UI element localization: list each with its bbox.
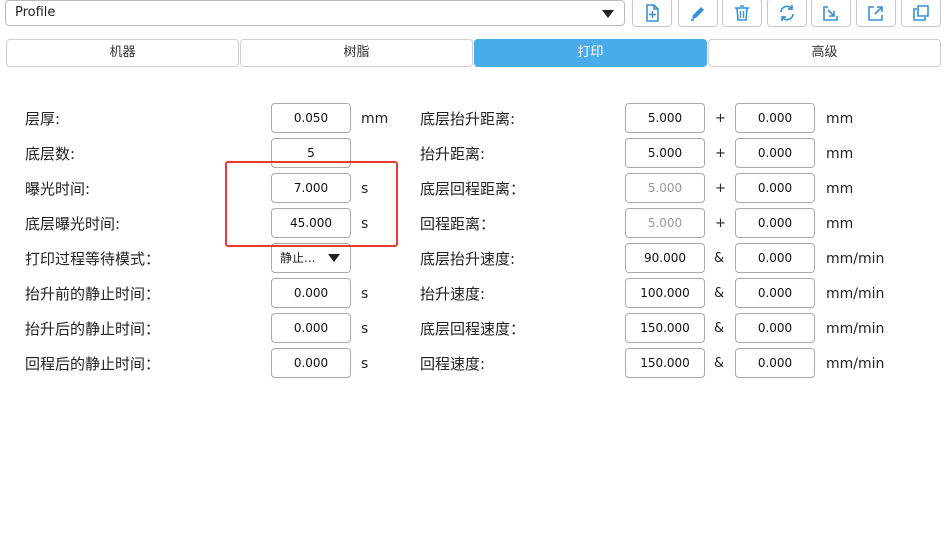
bottom-layers-input[interactable]: 5 (271, 138, 351, 168)
exposure-time-input[interactable]: 7.000 (271, 173, 351, 203)
bottom-retract-distance-operator: + (715, 181, 726, 196)
bottom-lift-distance-extra-input[interactable]: 0.000 (735, 103, 815, 133)
bottom-exposure-time-unit: s (361, 216, 369, 232)
bottom-lift-distance-operator: + (715, 111, 726, 126)
bottom-lift-speed-operator: & (714, 251, 725, 266)
rest-before-lift-label: 抬升前的静止时间： (25, 285, 161, 303)
lift-speed-label: 抬升速度: (420, 285, 486, 303)
bottom-lift-distance-input[interactable]: 5.000 (625, 103, 705, 133)
bottom-retract-distance-extra-input[interactable]: 0.000 (735, 173, 815, 203)
retract-distance-extra-input[interactable]: 0.000 (735, 208, 815, 238)
retract-distance-label: 回程距离： (420, 215, 496, 233)
bottom-retract-speed-extra-input[interactable]: 0.000 (735, 313, 815, 343)
bottom-retract-distance-input[interactable]: 5.000 (625, 173, 705, 203)
lift-distance-extra-input[interactable]: 0.000 (735, 138, 815, 168)
tab-advanced[interactable]: 高级 (708, 39, 941, 67)
layer-height-label: 层厚: (25, 110, 61, 128)
bottom-exposure-time-input[interactable]: 45.000 (271, 208, 351, 238)
edit-icon (691, 6, 704, 21)
bottom-layers-label: 底层数: (25, 145, 76, 163)
wait-mode-value: 静止... (280, 251, 316, 265)
retract-speed-unit: mm/min (826, 356, 885, 372)
bottom-retract-speed-label: 底层回程速度： (420, 320, 526, 338)
lift-speed-input[interactable]: 100.000 (625, 278, 705, 308)
bottom-retract-distance-unit: mm (826, 181, 854, 197)
lift-speed-extra-input[interactable]: 0.000 (735, 278, 815, 308)
bottom-lift-distance-label: 底层抬升距离: (420, 110, 516, 128)
bottom-lift-speed-extra-input[interactable]: 0.000 (735, 243, 815, 273)
retract-speed-operator: & (714, 356, 725, 371)
duplicate-profile-button[interactable] (901, 0, 941, 27)
bottom-retract-distance-label: 底层回程距离： (420, 180, 526, 198)
new-file-icon (646, 3, 659, 22)
rest-after-lift-label: 抬升后的静止时间： (25, 320, 161, 338)
bottom-retract-speed-operator: & (714, 321, 725, 336)
bottom-lift-distance-unit: mm (826, 111, 854, 127)
lift-distance-input[interactable]: 5.000 (625, 138, 705, 168)
retract-speed-label: 回程速度: (420, 355, 486, 373)
rest-after-retract-unit: s (361, 356, 369, 372)
lift-speed-operator: & (714, 286, 725, 301)
retract-speed-extra-input[interactable]: 0.000 (735, 348, 815, 378)
refresh-icon (780, 4, 794, 21)
export-icon (868, 5, 883, 21)
tab-machine[interactable]: 机器 (6, 39, 239, 67)
rest-after-lift-unit: s (361, 321, 369, 337)
exposure-time-unit: s (361, 181, 369, 197)
layer-height-unit: mm (361, 111, 389, 127)
bottom-exposure-time-label: 底层曝光时间: (25, 215, 121, 233)
rest-after-retract-input[interactable]: 0.000 (271, 348, 351, 378)
bottom-retract-speed-input[interactable]: 150.000 (625, 313, 705, 343)
bottom-lift-speed-unit: mm/min (826, 251, 885, 267)
export-profile-button[interactable] (856, 0, 896, 27)
retract-speed-input[interactable]: 150.000 (625, 348, 705, 378)
rest-after-lift-input[interactable]: 0.000 (271, 313, 351, 343)
chevron-down-icon (602, 10, 614, 18)
bottom-lift-speed-label: 底层抬升速度: (420, 250, 516, 268)
reload-profile-button[interactable] (767, 0, 807, 27)
wait-mode-label: 打印过程等待模式： (25, 250, 161, 268)
new-profile-button[interactable] (632, 0, 672, 27)
chevron-down-icon (328, 254, 340, 262)
retract-distance-input[interactable]: 5.000 (625, 208, 705, 238)
profile-select-value: Profile (15, 5, 56, 20)
rest-after-retract-label: 回程后的静止时间： (25, 355, 161, 373)
profile-select[interactable]: Profile (5, 0, 625, 26)
edit-profile-button[interactable] (678, 0, 718, 27)
trash-icon (735, 4, 749, 21)
lift-distance-operator: + (715, 146, 726, 161)
retract-distance-operator: + (715, 216, 726, 231)
tab-print[interactable]: 打印 (474, 39, 707, 67)
import-icon (823, 5, 838, 21)
lift-distance-unit: mm (826, 146, 854, 162)
tab-resin[interactable]: 树脂 (240, 39, 473, 67)
rest-before-lift-input[interactable]: 0.000 (271, 278, 351, 308)
retract-distance-unit: mm (826, 216, 854, 232)
bottom-lift-speed-input[interactable]: 90.000 (625, 243, 705, 273)
rest-before-lift-unit: s (361, 286, 369, 302)
copy-icon (913, 4, 929, 21)
wait-mode-select[interactable]: 静止... (271, 243, 351, 273)
import-profile-button[interactable] (811, 0, 851, 27)
exposure-time-label: 曝光时间: (25, 180, 91, 198)
lift-speed-unit: mm/min (826, 286, 885, 302)
delete-profile-button[interactable] (722, 0, 762, 27)
lift-distance-label: 抬升距离: (420, 145, 486, 163)
layer-height-input[interactable]: 0.050 (271, 103, 351, 133)
bottom-retract-speed-unit: mm/min (826, 321, 885, 337)
